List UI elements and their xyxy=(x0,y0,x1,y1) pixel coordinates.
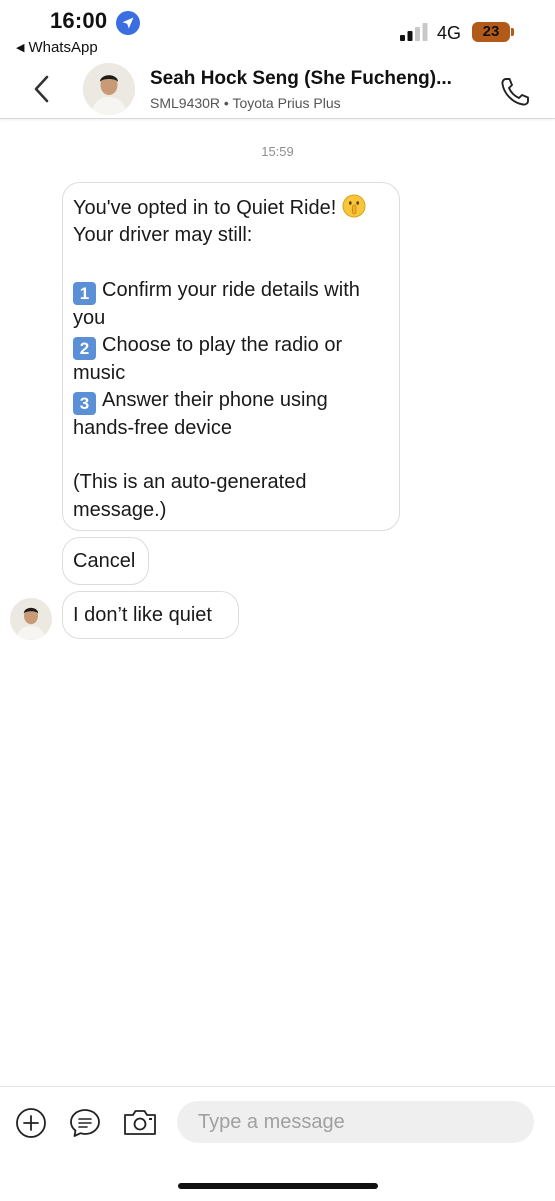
system-message-subtitle: Your driver may still: xyxy=(73,224,253,247)
back-app-label: WhatsApp xyxy=(28,39,98,56)
contact-avatar[interactable] xyxy=(83,63,135,115)
battery-indicator: 23 xyxy=(472,22,510,42)
message-bubble-driver: I don’t like quiet xyxy=(62,591,239,639)
home-indicator xyxy=(178,1183,378,1189)
list-item-text: Choose to play the radio or music xyxy=(73,333,343,384)
message-input[interactable] xyxy=(177,1101,534,1143)
vehicle-info: SML9430R • Toyota Prius Plus xyxy=(150,95,341,111)
back-triangle-icon: ◀ xyxy=(16,42,25,54)
contact-name: Seah Hock Seng (She Fucheng)... xyxy=(150,68,452,89)
system-message-title: You've opted in to Quiet Ride! xyxy=(73,197,337,219)
message-text: I don’t like quiet xyxy=(73,604,212,626)
keycap-two-icon: 2 xyxy=(73,336,96,360)
cellular-signal-icon xyxy=(400,23,428,41)
keycap-one-icon: 1 xyxy=(73,281,96,305)
message-text: Cancel xyxy=(73,550,136,572)
person-photo-icon xyxy=(10,598,52,640)
system-message-bubble: You've opted in to Quiet Ride! Your driv… xyxy=(62,182,400,531)
message-bubble-cancel: Cancel xyxy=(62,537,149,585)
list-item-text: Confirm your ride details with you xyxy=(73,278,360,329)
status-bar: 16:00 ◀ WhatsApp 4G 23 xyxy=(0,0,555,58)
camera-icon[interactable] xyxy=(122,1106,158,1138)
system-message-line: You've opted in to Quiet Ride! xyxy=(73,194,389,222)
back-to-app-link[interactable]: ◀ WhatsApp xyxy=(16,39,98,56)
system-message-footer: (This is an auto-generated message.) xyxy=(73,471,307,521)
chat-header: Seah Hock Seng (She Fucheng)... SML9430R… xyxy=(0,58,555,119)
plus-circle-icon[interactable] xyxy=(15,1107,47,1139)
person-photo-icon xyxy=(83,63,135,115)
list-item-text: Answer their phone using hands-free devi… xyxy=(73,389,328,439)
quick-reply-icon[interactable] xyxy=(68,1107,102,1139)
back-chevron-icon[interactable] xyxy=(28,72,58,106)
keycap-three-icon: 3 xyxy=(73,392,96,415)
list-item: 1 Confirm your ride details with you xyxy=(73,277,389,332)
network-type: 4G xyxy=(437,23,462,43)
list-item: 2 Choose to play the radio or music xyxy=(73,332,389,387)
message-composer xyxy=(0,1086,555,1201)
message-timestamp: 15:59 xyxy=(261,144,294,159)
shushing-face-emoji xyxy=(342,194,366,218)
driver-avatar[interactable] xyxy=(10,598,52,640)
list-item: 3 Answer their phone using hands-free dev… xyxy=(73,387,389,442)
battery-cap xyxy=(511,28,514,36)
phone-icon[interactable] xyxy=(498,75,532,109)
location-arrow-icon xyxy=(116,11,140,35)
status-time: 16:00 xyxy=(50,8,108,33)
